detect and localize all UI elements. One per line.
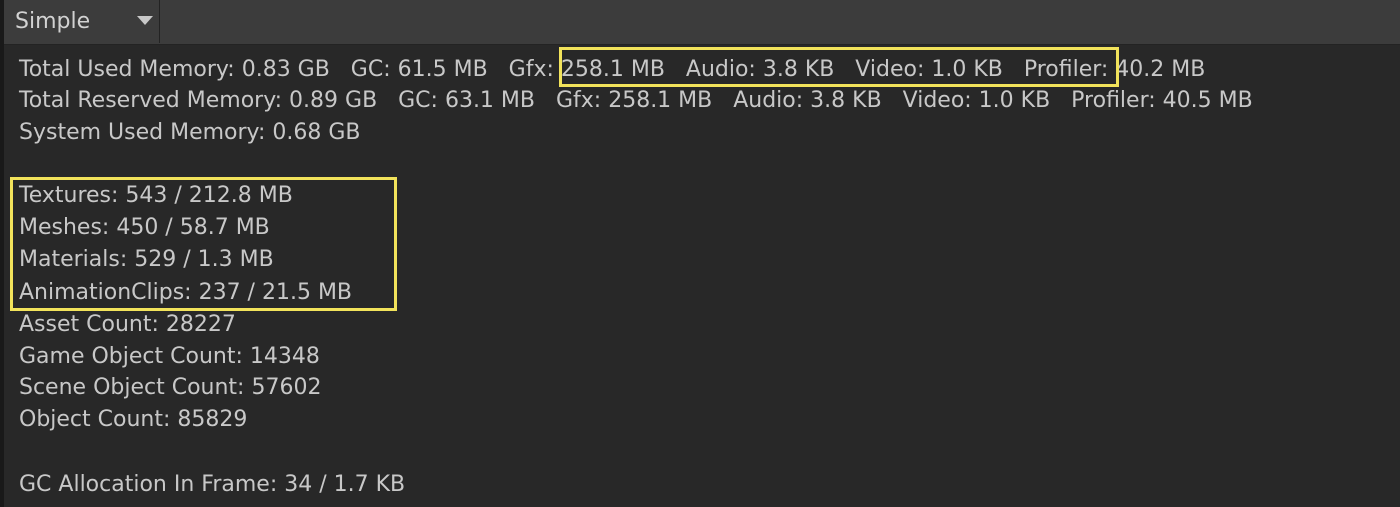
system-used-memory-line: System Used Memory: 0.68 GB: [19, 120, 361, 145]
total-used-memory-line: Total Used Memory: 0.83 GB GC: 61.5 MB G…: [19, 57, 1206, 82]
game-object-count-line: Game Object Count: 14348: [19, 344, 320, 369]
animation-clips-line: AnimationClips: 237 / 21.5 MB: [19, 280, 353, 305]
asset-count-line: Asset Count: 28227: [19, 312, 236, 337]
total-reserved-memory-line: Total Reserved Memory: 0.89 GB GC: 63.1 …: [19, 88, 1253, 113]
scene-object-count-line: Scene Object Count: 57602: [19, 375, 322, 400]
textures-line: Textures: 543 / 212.8 MB: [19, 183, 293, 208]
object-count-line: Object Count: 85829: [19, 407, 248, 432]
memory-stats-panel: Total Used Memory: 0.83 GB GC: 61.5 MB G…: [0, 0, 1400, 507]
materials-line: Materials: 529 / 1.3 MB: [19, 247, 274, 272]
meshes-line: Meshes: 450 / 58.7 MB: [19, 215, 270, 240]
gc-allocation-line: GC Allocation In Frame: 34 / 1.7 KB: [19, 472, 406, 497]
